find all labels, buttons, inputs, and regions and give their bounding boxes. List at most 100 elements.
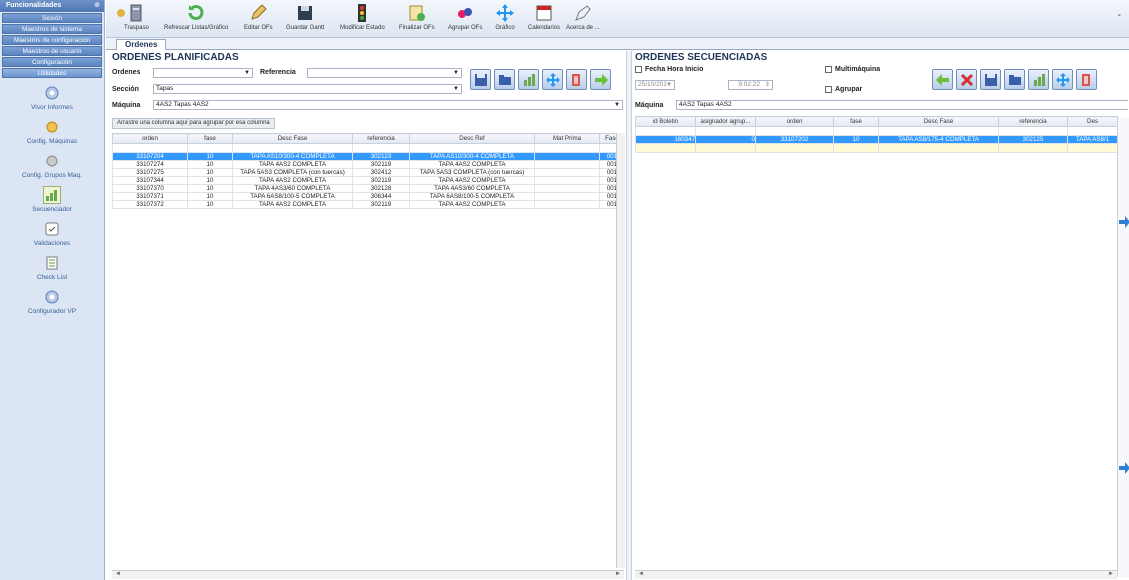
- cell-desc-ref[interactable]: TAPA 6AS8/100-5 COMPLETA: [409, 192, 535, 201]
- spinner-icon[interactable]: ⇕: [765, 81, 770, 89]
- col-header-orden[interactable]: orden: [112, 133, 188, 144]
- cell-fase[interactable]: 10: [833, 135, 879, 144]
- cell-desc-ref[interactable]: TAPA 4AS2 COMPLETA: [409, 160, 535, 169]
- cell-desc-fase[interactable]: TAPA 4AS3/60 COMPLETA: [232, 184, 353, 193]
- cell-referencia[interactable]: 302412: [352, 168, 410, 177]
- col-header-referencia[interactable]: referencia: [998, 116, 1068, 127]
- cell-orden[interactable]: 33107344: [112, 176, 188, 185]
- group-by-hint[interactable]: Arrastre una columna aquí para agrupar p…: [112, 118, 275, 129]
- grid-filter-row[interactable]: [635, 126, 1118, 136]
- date-picker[interactable]: 25/10/201 ▼: [635, 80, 675, 90]
- toolbar-agrupar-ofs[interactable]: Agrupar OFs: [448, 2, 482, 31]
- col-header-asignador[interactable]: asignador agrup...: [695, 116, 756, 127]
- nav-btn-maestros-configuracion[interactable]: Maestros de configuración: [2, 35, 102, 45]
- cell-referencia[interactable]: 302119: [352, 176, 410, 185]
- nav-btn-sesion[interactable]: Sesión: [2, 13, 102, 23]
- cell-orden[interactable]: 33107370: [112, 184, 188, 193]
- col-header-orden[interactable]: orden: [755, 116, 834, 127]
- ordenes-combo[interactable]: ▼: [153, 68, 253, 78]
- cell-mat-prima[interactable]: [534, 152, 600, 161]
- cell-mat-prima[interactable]: [534, 192, 600, 201]
- pin-icon[interactable]: ⊕: [94, 0, 100, 12]
- time-spinner[interactable]: 9:02:22 ⇕: [728, 80, 773, 90]
- move-button[interactable]: [542, 69, 563, 90]
- scroll-left-icon[interactable]: ◄: [638, 571, 644, 577]
- planned-order-row[interactable]: 33107344 10 TAPA 4AS2 COMPLETA 302119 TAPA 4…: [112, 176, 625, 185]
- checkbox-box[interactable]: [825, 66, 832, 73]
- cell-fase[interactable]: 10: [187, 152, 233, 161]
- toolbar-refrescar[interactable]: Refrescar Listas/Gráfico: [164, 2, 228, 31]
- sequenced-order-row[interactable]: 160347 0 33107202 10 TAPA AS8/175-4 COMPLETA…: [635, 135, 1118, 144]
- scroll-left-icon[interactable]: ◄: [115, 571, 121, 577]
- move-button[interactable]: [1052, 69, 1073, 90]
- col-header-referencia[interactable]: referencia: [352, 133, 410, 144]
- nav-btn-maestros-sistema[interactable]: Maestros de sistema: [2, 24, 102, 34]
- planned-order-row[interactable]: 33107372 10 TAPA 4AS2 COMPLETA 302119 TAPA 4…: [112, 200, 625, 209]
- toolbar-acerca-de[interactable]: Acerca de ...: [566, 2, 600, 31]
- cell-orden[interactable]: 33107274: [112, 160, 188, 169]
- cell-referencia[interactable]: 306344: [352, 192, 410, 201]
- planned-order-row[interactable]: 33107204 10 TAPA AS10/300-4 COMPLETA 302123…: [112, 152, 625, 161]
- cell-asignador[interactable]: 0: [695, 135, 756, 144]
- cell-desc-fase[interactable]: TAPA 4AS2 COMPLETA: [232, 160, 353, 169]
- cell-fase[interactable]: 10: [187, 160, 233, 169]
- referencia-combo[interactable]: ▼: [307, 68, 462, 78]
- exit-button[interactable]: [1076, 69, 1097, 90]
- cell-fase[interactable]: 10: [187, 176, 233, 185]
- cell-desc-ref[interactable]: TAPA AS10/300-4 COMPLETA: [409, 152, 535, 161]
- scroll-right-icon[interactable]: ►: [1108, 571, 1114, 577]
- nav-tool-configurador-vp[interactable]: Configurador VP: [0, 288, 104, 315]
- col-header-fase[interactable]: fase: [833, 116, 879, 127]
- col-header-desc-ref[interactable]: Desc Ref: [409, 133, 535, 144]
- exit-button[interactable]: [566, 69, 587, 90]
- cell-desc-fase[interactable]: TAPA 4AS2 COMPLETA: [232, 200, 353, 209]
- cell-mat-prima[interactable]: [534, 200, 600, 209]
- toolbar-traspaso[interactable]: Traspaso: [124, 2, 149, 31]
- chart-button[interactable]: [518, 69, 539, 90]
- col-header-desc-fase[interactable]: Desc Fase: [232, 133, 353, 144]
- planned-order-row[interactable]: 33107371 10 TAPA 6AS8/100-5 COMPLETA 306344…: [112, 192, 625, 201]
- nav-tool-validaciones[interactable]: Validaciones: [0, 220, 104, 247]
- toolbar-grafico[interactable]: Gráfico: [494, 2, 516, 31]
- cell-orden[interactable]: 33107371: [112, 192, 188, 201]
- open-folder-button[interactable]: [1004, 69, 1025, 90]
- nav-btn-configuracion[interactable]: Configuración: [2, 57, 102, 67]
- cell-orden[interactable]: 33107275: [112, 168, 188, 177]
- planned-order-row[interactable]: 33107274 10 TAPA 4AS2 COMPLETA 302119 TAPA 4…: [112, 160, 625, 169]
- toolbar-finalizar-ofs[interactable]: Finalizar OFs: [399, 2, 435, 31]
- cell-referencia[interactable]: 302119: [352, 160, 410, 169]
- nav-tool-check-list[interactable]: Check List: [0, 254, 104, 281]
- new-row-placeholder[interactable]: [635, 143, 1118, 153]
- toolbar-calendarios[interactable]: Calendarios: [528, 2, 560, 31]
- col-header-mat-prima[interactable]: Mat Prima: [534, 133, 600, 144]
- cell-desc-fase[interactable]: TAPA 6AS8/100-5 COMPLETA: [232, 192, 353, 201]
- nav-tool-config-maquinas[interactable]: Config. Máquinas: [0, 118, 104, 145]
- cell-fase[interactable]: 10: [187, 184, 233, 193]
- col-header-id-boletin[interactable]: id Boletin: [635, 116, 696, 127]
- planned-order-row[interactable]: 33107370 10 TAPA 4AS3/60 COMPLETA 302128 TAP…: [112, 184, 625, 193]
- save-button[interactable]: [470, 69, 491, 90]
- cell-desc-fase[interactable]: TAPA AS10/300-4 COMPLETA: [232, 152, 353, 161]
- cell-fase[interactable]: 10: [187, 200, 233, 209]
- cell-mat-prima[interactable]: [534, 184, 600, 193]
- nav-tool-config-grupos[interactable]: Config. Grupos Maq.: [0, 152, 104, 179]
- col-header-desc-fase[interactable]: Desc Fase: [878, 116, 999, 127]
- cell-fase[interactable]: 10: [187, 168, 233, 177]
- maquina-combo[interactable]: 4AS2 Tapas 4AS2: [676, 100, 1128, 110]
- cell-referencia[interactable]: 302125: [998, 135, 1068, 144]
- grid-filter-row[interactable]: [112, 143, 625, 153]
- nav-tool-secuenciador[interactable]: Secuenciador: [0, 186, 104, 213]
- chart-button[interactable]: [1028, 69, 1049, 90]
- transfer-left-button[interactable]: [932, 69, 953, 90]
- scroll-right-icon[interactable]: ►: [615, 571, 621, 577]
- open-folder-button[interactable]: [494, 69, 515, 90]
- cell-fase[interactable]: 10: [187, 192, 233, 201]
- planned-grid-horizontal-scrollbar[interactable]: ◄ ►: [112, 570, 624, 579]
- delete-button[interactable]: [956, 69, 977, 90]
- cell-desc-ref[interactable]: TAPA 5AS3 COMPLETA (con tuercas): [409, 168, 535, 177]
- checkbox-box[interactable]: [635, 66, 642, 73]
- minimize-button[interactable]: -: [1118, 10, 1121, 21]
- transfer-right-button[interactable]: [590, 69, 611, 90]
- cell-id-boletin[interactable]: 160347: [635, 135, 696, 144]
- cell-mat-prima[interactable]: [534, 160, 600, 169]
